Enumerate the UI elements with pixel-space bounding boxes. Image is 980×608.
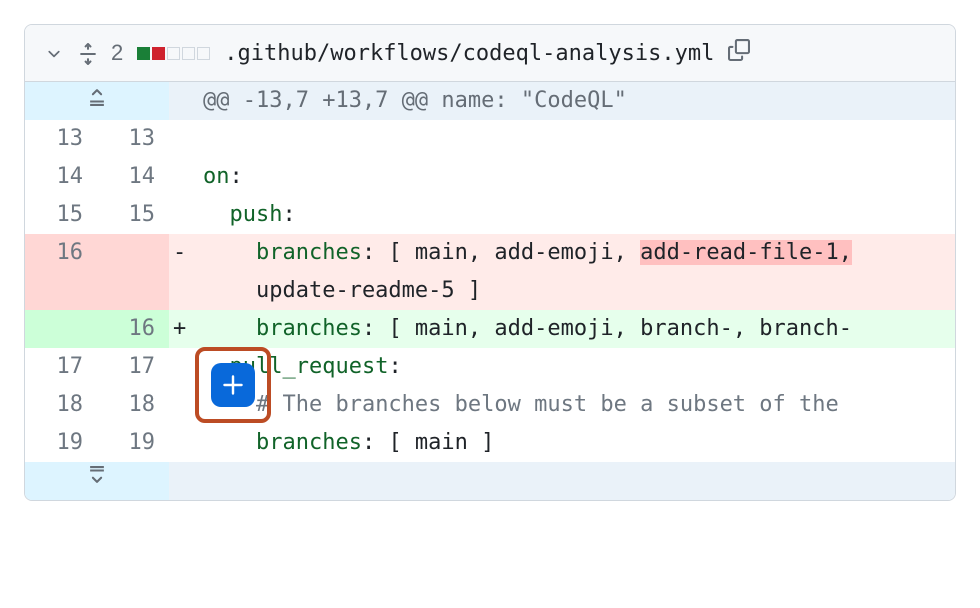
expand-up-button[interactable] bbox=[25, 82, 169, 120]
stat-block-added bbox=[137, 47, 150, 60]
diff-marker bbox=[169, 196, 203, 234]
diff-marker bbox=[169, 348, 203, 386]
code-content: pull_request: bbox=[203, 348, 955, 386]
diff-line-addition: 16+ branches: [ main, add-emoji, branch-… bbox=[25, 310, 955, 348]
code-content: on: bbox=[203, 158, 955, 196]
new-line-number[interactable]: 16 bbox=[97, 310, 169, 348]
new-line-number[interactable]: 19 bbox=[97, 424, 169, 462]
old-line-number[interactable]: 18 bbox=[25, 386, 97, 424]
new-line-number[interactable]: 14 bbox=[97, 158, 169, 196]
diff-marker bbox=[169, 120, 203, 158]
diff-line-context: 1919 branches: [ main ] bbox=[25, 424, 955, 462]
add-line-comment-button[interactable] bbox=[211, 363, 255, 407]
stat-block-removed bbox=[152, 47, 165, 60]
code-content: # The branches below must be a subset of… bbox=[203, 386, 955, 424]
stat-block-neutral bbox=[197, 47, 210, 60]
old-line-number[interactable]: 14 bbox=[25, 158, 97, 196]
diff-marker bbox=[169, 386, 203, 424]
diff-line-context: 1313 bbox=[25, 120, 955, 158]
old-line-number[interactable]: 19 bbox=[25, 424, 97, 462]
diff-line-context: 1414 on: bbox=[25, 158, 955, 196]
code-content: branches: [ main, add-emoji, add-read-fi… bbox=[203, 234, 955, 272]
diff-line-context: 1515 push: bbox=[25, 196, 955, 234]
new-line-number[interactable]: 18 bbox=[97, 386, 169, 424]
old-line-number[interactable]: 15 bbox=[25, 196, 97, 234]
stat-block-neutral bbox=[182, 47, 195, 60]
file-path: .github/workflows/codeql-analysis.yml bbox=[224, 41, 714, 66]
hunk-expand-down-row bbox=[25, 462, 955, 500]
hunk-header-row: @@ -13,7 +13,7 @@ name: "CodeQL" bbox=[25, 82, 955, 120]
new-line-number[interactable]: 17 bbox=[97, 348, 169, 386]
code-content: branches: [ main, add-emoji, branch-, br… bbox=[203, 310, 955, 348]
code-content: push: bbox=[203, 196, 955, 234]
diff-marker bbox=[169, 424, 203, 462]
stat-block-neutral bbox=[167, 47, 180, 60]
diff-line-deletion-cont: update-readme-5 ] bbox=[25, 272, 955, 310]
code-content bbox=[203, 120, 955, 158]
code-content: branches: [ main ] bbox=[203, 424, 955, 462]
new-line-number[interactable]: 13 bbox=[97, 120, 169, 158]
diff-stat-blocks bbox=[137, 47, 210, 60]
plus-icon bbox=[220, 372, 246, 398]
new-line-number[interactable] bbox=[97, 234, 169, 272]
diff-marker bbox=[169, 158, 203, 196]
diff-line-context: 1717 pull_request: bbox=[25, 348, 955, 386]
diff-line-context: 1818 # The branches below must be a subs… bbox=[25, 386, 955, 424]
old-line-number[interactable]: 13 bbox=[25, 120, 97, 158]
diff-marker: - bbox=[169, 234, 203, 272]
old-line-number[interactable] bbox=[25, 310, 97, 348]
toggle-file-icon[interactable] bbox=[45, 44, 63, 62]
change-count: 2 bbox=[111, 40, 123, 66]
old-line-number[interactable]: 16 bbox=[25, 234, 97, 272]
copy-path-icon[interactable] bbox=[728, 39, 750, 67]
diff-table: @@ -13,7 +13,7 @@ name: "CodeQL" 1313141… bbox=[25, 82, 955, 500]
diff-marker: + bbox=[169, 310, 203, 348]
old-line-number[interactable]: 17 bbox=[25, 348, 97, 386]
expand-file-icon[interactable] bbox=[77, 43, 97, 63]
code-content: update-readme-5 ] bbox=[203, 272, 955, 310]
diff-file-container: 2 .github/workflows/codeql-analysis.yml … bbox=[24, 24, 956, 501]
new-line-number[interactable]: 15 bbox=[97, 196, 169, 234]
expand-down-button[interactable] bbox=[25, 462, 169, 500]
hunk-header-text: @@ -13,7 +13,7 @@ name: "CodeQL" bbox=[203, 82, 955, 120]
diff-line-deletion: 16 - branches: [ main, add-emoji, add-rea… bbox=[25, 234, 955, 272]
file-header: 2 .github/workflows/codeql-analysis.yml bbox=[25, 25, 955, 82]
